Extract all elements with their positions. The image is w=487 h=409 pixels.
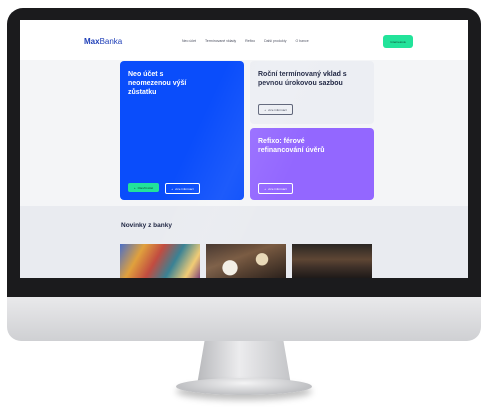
- card-neo-ucet[interactable]: Neo účet s neomezenou výší zůstatku + Ote…: [120, 61, 244, 200]
- nav-item-neo-ucet[interactable]: Neo účet: [182, 39, 196, 43]
- open-account-button[interactable]: + Otevřít účet: [128, 183, 159, 192]
- news-image[interactable]: [120, 244, 200, 278]
- news-image[interactable]: [292, 244, 372, 278]
- internet-banking-button[interactable]: Internetová: [383, 35, 413, 48]
- button-label: více informací: [268, 186, 287, 191]
- plus-icon: +: [171, 186, 174, 191]
- nav-item-dalsi-produkty[interactable]: Další produkty: [264, 39, 286, 43]
- news-image[interactable]: [206, 244, 286, 278]
- card-terminovany-vklad[interactable]: Roční termínovaný vklad s pevnou úrokovo…: [250, 61, 374, 124]
- more-info-button[interactable]: + více informací: [258, 104, 293, 115]
- logo-light: Banka: [99, 37, 123, 46]
- button-label: Otevřít účet: [137, 185, 154, 190]
- logo-bold: Max: [84, 37, 100, 46]
- monitor-chin: [7, 297, 481, 341]
- plus-icon: +: [264, 186, 267, 191]
- main-nav: Neo účet Termínované vklady Refixo Další…: [182, 39, 309, 43]
- card-title: Refixo: férové refinancování úvěrů: [258, 138, 325, 154]
- screen: MaxBanka Neo účet Termínované vklady Ref…: [20, 20, 468, 278]
- monitor-stand-base: [176, 378, 312, 395]
- news-section: Novinky z banky: [20, 206, 468, 278]
- site-header: MaxBanka Neo účet Termínované vklady Ref…: [20, 20, 468, 60]
- more-info-button[interactable]: + více informací: [165, 183, 200, 194]
- plus-icon: +: [264, 107, 267, 112]
- nav-item-terminovane-vklady[interactable]: Termínované vklady: [205, 39, 236, 43]
- nav-item-o-bance[interactable]: O bance: [295, 39, 308, 43]
- card-title: Roční termínovaný vklad s pevnou úrokovo…: [258, 71, 347, 87]
- logo[interactable]: MaxBanka: [84, 37, 122, 46]
- card-title: Neo účet s neomezenou výší zůstatku: [128, 71, 187, 96]
- button-label: více informací: [268, 107, 287, 112]
- more-info-button[interactable]: + více informací: [258, 183, 293, 194]
- plus-icon: +: [133, 185, 136, 190]
- card-refixo[interactable]: Refixo: férové refinancování úvěrů + více…: [250, 128, 374, 200]
- button-label: více informací: [175, 186, 194, 191]
- nav-item-refixo[interactable]: Refixo: [245, 39, 255, 43]
- news-heading: Novinky z banky: [121, 222, 172, 229]
